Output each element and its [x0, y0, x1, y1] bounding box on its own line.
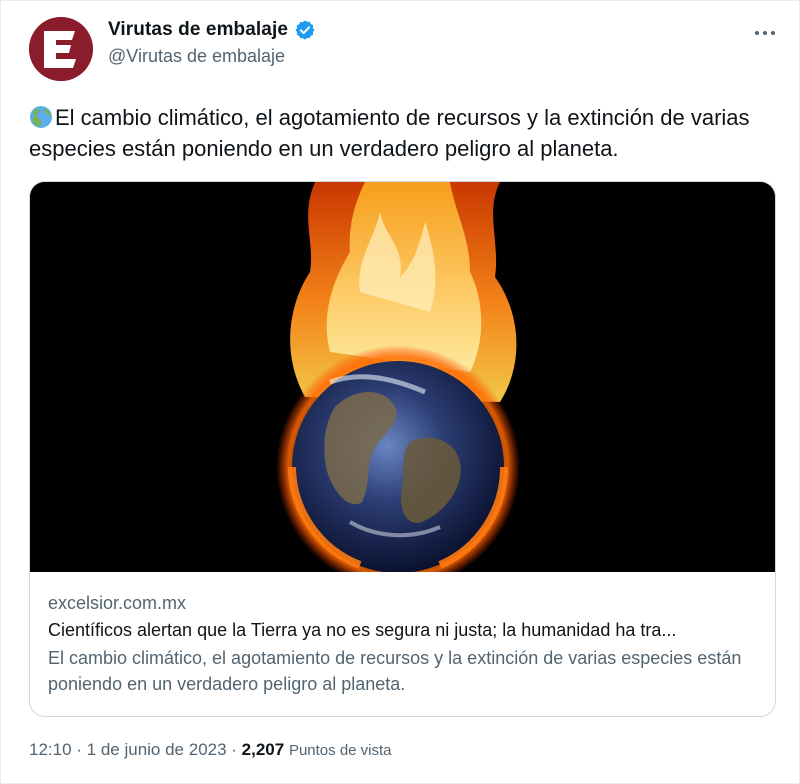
card-body: excelsior.com.mx Científicos alertan que… — [48, 591, 758, 697]
tweet-date[interactable]: 1 de junio de 2023 — [87, 740, 227, 759]
author-handle[interactable]: @Virutas de embalaje — [108, 46, 316, 67]
verified-badge-icon — [294, 19, 316, 41]
excelsior-logo-icon — [29, 17, 93, 81]
card-domain: excelsior.com.mx — [48, 593, 187, 613]
tweet-text: El cambio climático, el agotamiento de r… — [29, 102, 769, 164]
meta-separator: · — [71, 740, 87, 759]
link-card[interactable]: excelsior.com.mx Científicos alertan que… — [29, 181, 776, 717]
tweet-body: El cambio climático, el agotamiento de r… — [29, 105, 750, 161]
tweet-meta: 12:10 · 1 de junio de 2023 · 2,207 Punto… — [29, 740, 392, 760]
card-description: El cambio climático, el agotamiento de r… — [48, 648, 742, 694]
earth-globe-americas-icon — [29, 105, 53, 129]
more-options-icon[interactable] — [751, 23, 779, 43]
views-count: 2,207 — [241, 740, 285, 759]
burning-earth-image[interactable] — [30, 182, 775, 572]
tweet-time[interactable]: 12:10 — [29, 740, 72, 759]
card-title[interactable]: Científicos alertan que la Tierra ya no … — [48, 618, 756, 642]
tweet-container: Virutas de embalaje @Virutas de embalaje… — [0, 0, 800, 784]
author-name[interactable]: Virutas de embalaje — [108, 19, 288, 41]
avatar[interactable] — [29, 17, 93, 81]
views-label: Puntos de vista — [288, 742, 392, 759]
meta-separator: · — [226, 740, 242, 759]
author-block: Virutas de embalaje @Virutas de embalaje — [108, 19, 316, 67]
